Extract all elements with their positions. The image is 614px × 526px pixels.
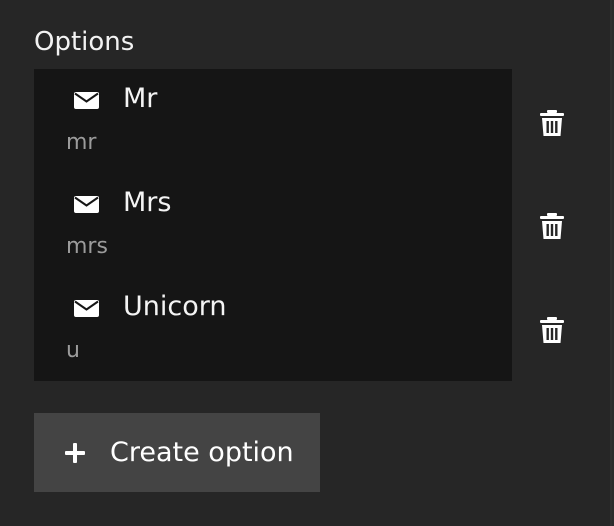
option-item-mrs[interactable]: Mrs mrs: [34, 173, 512, 277]
create-option-label: Create option: [110, 437, 294, 468]
option-label: Mr: [123, 83, 158, 114]
options-heading: Options: [34, 27, 135, 57]
option-label: Unicorn: [123, 291, 227, 322]
option-value: u: [66, 338, 80, 363]
envelope-icon: [74, 92, 99, 109]
options-list: Mr mr Mrs mrs Unicorn u: [34, 69, 512, 381]
delete-option-mr-button[interactable]: [540, 110, 564, 136]
create-option-button[interactable]: Create option: [34, 413, 320, 492]
option-value: mrs: [66, 234, 108, 259]
option-item-unicorn[interactable]: Unicorn u: [34, 277, 512, 381]
delete-option-mrs-button[interactable]: [540, 213, 564, 239]
option-value: mr: [66, 130, 97, 155]
delete-option-unicorn-button[interactable]: [540, 317, 564, 343]
plus-icon: [65, 443, 85, 463]
envelope-icon: [74, 196, 99, 213]
options-panel: Options Mr mr Mrs mrs Unicorn u Create o…: [0, 0, 612, 526]
option-item-mr[interactable]: Mr mr: [34, 69, 512, 173]
option-label: Mrs: [123, 187, 172, 218]
envelope-icon: [74, 300, 99, 317]
